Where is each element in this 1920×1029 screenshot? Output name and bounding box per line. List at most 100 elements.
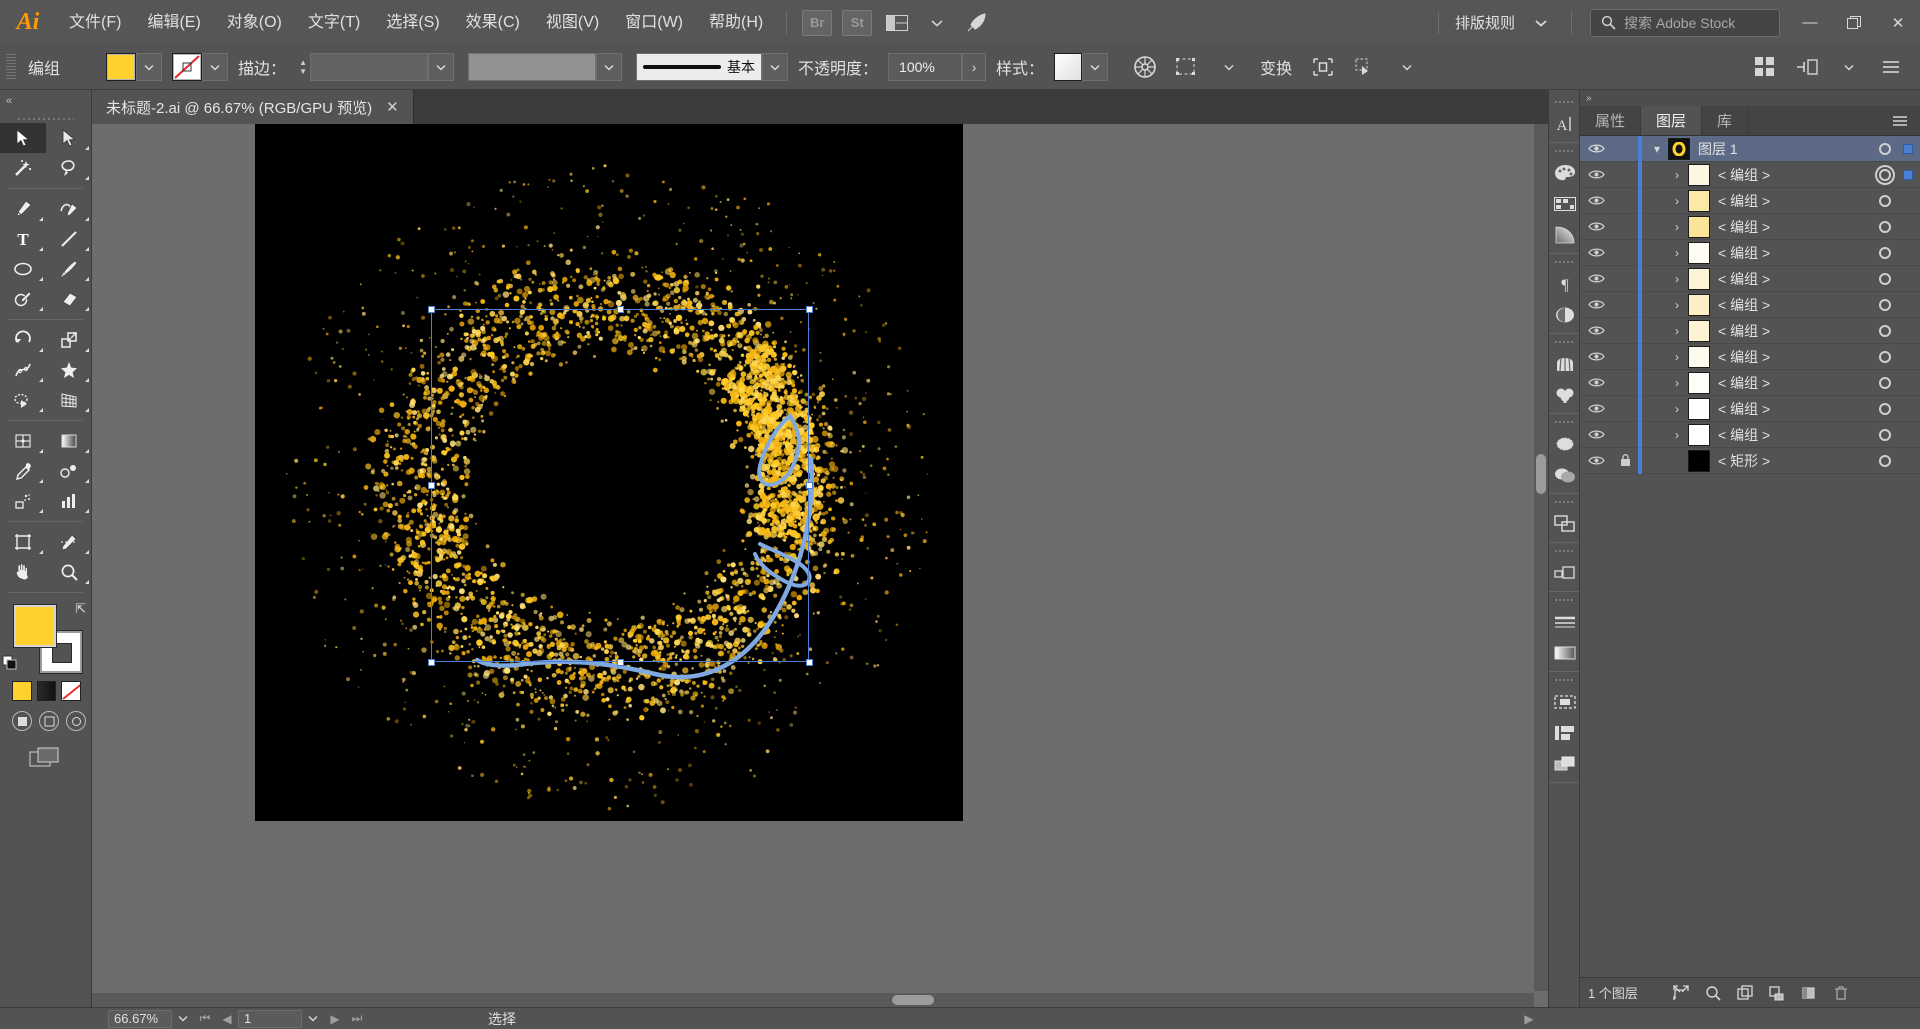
selection-handle-bl[interactable] xyxy=(428,659,435,666)
hand-tool[interactable] xyxy=(0,557,46,587)
rail-grip-8[interactable] xyxy=(1555,597,1573,603)
document-arrange-icon[interactable] xyxy=(1790,51,1824,83)
expand-chevron-down-icon[interactable]: ▾ xyxy=(1646,142,1668,156)
expand-chevron-right-icon[interactable]: › xyxy=(1666,350,1688,364)
visibility-eye-icon[interactable] xyxy=(1580,221,1612,232)
target-indicator[interactable] xyxy=(1874,194,1896,207)
stock-button[interactable]: St xyxy=(842,9,873,36)
chevron-down-icon[interactable] xyxy=(920,8,954,38)
draw-behind-icon[interactable] xyxy=(39,711,59,731)
control-bar-grip[interactable] xyxy=(4,53,18,81)
asset-export-icon[interactable] xyxy=(1549,717,1581,748)
layer-row[interactable]: › < 编组 > xyxy=(1580,369,1920,396)
tab-layers[interactable]: 图层 xyxy=(1641,106,1703,135)
visibility-eye-icon[interactable] xyxy=(1580,299,1612,310)
tab-libraries[interactable]: 库 xyxy=(1702,106,1749,135)
select-similar-icon[interactable] xyxy=(1170,51,1204,83)
graphic-styles-panel-icon[interactable] xyxy=(1549,459,1581,490)
workspace-chevron-down-icon[interactable] xyxy=(1524,8,1558,38)
visibility-eye-icon[interactable] xyxy=(1580,325,1612,336)
control-bar-menu-icon[interactable] xyxy=(1874,51,1908,83)
pathfinder-panel-icon[interactable] xyxy=(1549,508,1581,539)
layer-list[interactable]: ▾ 图层 1 › < 编组 > › < 编组 > › < 编组 > › < 编组 > › < 编组… xyxy=(1580,136,1920,977)
target-indicator[interactable] xyxy=(1874,298,1896,311)
symbol-sprayer-tool[interactable] xyxy=(0,486,46,516)
artboard-chevron-down-icon[interactable] xyxy=(302,1010,324,1028)
discover-rocket-icon[interactable] xyxy=(960,8,994,38)
layer-name[interactable]: < 编组 > xyxy=(1718,217,1874,237)
stroke-weight-stepper[interactable]: ▲ ▼ xyxy=(296,53,310,81)
minimize-button[interactable]: — xyxy=(1788,0,1832,45)
selection-handle-mr[interactable] xyxy=(806,482,813,489)
column-graph-tool[interactable] xyxy=(46,486,92,516)
vertical-scroll-thumb[interactable] xyxy=(1536,454,1546,494)
selection-handle-br[interactable] xyxy=(806,659,813,666)
layer-name[interactable]: < 编组 > xyxy=(1718,347,1874,367)
paragraph-panel-icon[interactable]: ¶ xyxy=(1549,268,1581,299)
visibility-eye-icon[interactable] xyxy=(1580,455,1612,466)
character-panel-icon[interactable]: A xyxy=(1549,108,1581,139)
target-indicator[interactable] xyxy=(1874,428,1896,441)
align-panel-icon[interactable] xyxy=(1549,557,1581,588)
previous-artboard-button[interactable]: ◀ xyxy=(216,1012,238,1026)
tab-properties[interactable]: 属性 xyxy=(1580,106,1642,135)
visibility-eye-icon[interactable] xyxy=(1580,247,1612,258)
visibility-eye-icon[interactable] xyxy=(1580,143,1612,154)
layer-name[interactable]: < 编组 > xyxy=(1718,399,1874,419)
layer-row[interactable]: › < 编组 > xyxy=(1580,421,1920,448)
brushes-panel-icon[interactable] xyxy=(1549,348,1581,379)
links-panel-icon[interactable] xyxy=(1549,748,1581,779)
lock-icon[interactable] xyxy=(1612,454,1638,467)
canvas-area[interactable]: ▾ xyxy=(92,124,1548,1007)
panel-menu-icon[interactable] xyxy=(1880,106,1920,135)
magic-wand-tool[interactable] xyxy=(0,153,46,183)
graphic-style-swatch[interactable] xyxy=(1054,53,1083,81)
stroke-color-swatch[interactable] xyxy=(172,53,203,81)
layer-row[interactable]: < 矩形 > xyxy=(1580,447,1920,474)
menu-effect[interactable]: 效果(C) xyxy=(453,0,533,45)
gradient-bar-icon[interactable] xyxy=(1549,637,1581,668)
close-icon[interactable]: ✕ xyxy=(386,98,399,116)
visibility-eye-icon[interactable] xyxy=(1580,195,1612,206)
style-chevron-down-icon[interactable] xyxy=(1082,53,1109,81)
rail-grip-7[interactable] xyxy=(1555,548,1573,554)
visibility-eye-icon[interactable] xyxy=(1580,273,1612,284)
layer-name[interactable]: < 编组 > xyxy=(1718,425,1874,445)
fill-dropdown-chevron-down-icon[interactable] xyxy=(136,53,163,81)
layer-row[interactable]: › < 编组 > xyxy=(1580,265,1920,292)
menu-object[interactable]: 对象(O) xyxy=(214,0,295,45)
swatches-panel-icon[interactable] xyxy=(1549,188,1581,219)
line-segment-tool[interactable] xyxy=(46,224,92,254)
horizontal-scroll-thumb[interactable] xyxy=(892,995,934,1005)
expand-chevron-right-icon[interactable]: › xyxy=(1666,272,1688,286)
stroke-weight-input[interactable] xyxy=(310,53,429,81)
visibility-eye-icon[interactable] xyxy=(1580,403,1612,414)
delete-selection-icon[interactable] xyxy=(1826,980,1856,1006)
selection-tool[interactable] xyxy=(0,123,46,153)
target-indicator[interactable] xyxy=(1874,402,1896,415)
transparency-panel-icon[interactable] xyxy=(1549,299,1581,330)
target-indicator[interactable] xyxy=(1874,142,1896,155)
menu-select[interactable]: 选择(S) xyxy=(373,0,452,45)
visibility-eye-icon[interactable] xyxy=(1580,169,1612,180)
zoom-tool[interactable] xyxy=(46,557,92,587)
expand-chevron-right-icon[interactable]: › xyxy=(1666,298,1688,312)
expand-chevron-right-icon[interactable]: › xyxy=(1666,402,1688,416)
selection-indicator[interactable] xyxy=(1896,143,1920,154)
target-indicator[interactable] xyxy=(1874,454,1896,467)
eraser-tool[interactable] xyxy=(46,284,92,314)
status-next-icon[interactable]: ▶ xyxy=(1518,1012,1540,1026)
perspective-grid-tool[interactable] xyxy=(46,385,92,415)
workspace-name[interactable]: 排版规则 xyxy=(1449,12,1521,33)
isolate-chevron-down-icon[interactable] xyxy=(1390,51,1424,83)
toolbar-collapse-icon[interactable]: « xyxy=(6,95,12,107)
selection-handle-ml[interactable] xyxy=(428,482,435,489)
locate-object-icon[interactable] xyxy=(1666,980,1696,1006)
layer-name[interactable]: < 编组 > xyxy=(1718,243,1874,263)
expand-chevron-right-icon[interactable]: › xyxy=(1666,194,1688,208)
selection-handle-tc[interactable] xyxy=(617,306,624,313)
default-fill-stroke-icon[interactable] xyxy=(2,655,18,671)
align-objects-icon[interactable] xyxy=(1306,51,1340,83)
expand-chevron-right-icon[interactable]: › xyxy=(1666,376,1688,390)
gradient-panel-icon[interactable] xyxy=(1549,219,1581,250)
